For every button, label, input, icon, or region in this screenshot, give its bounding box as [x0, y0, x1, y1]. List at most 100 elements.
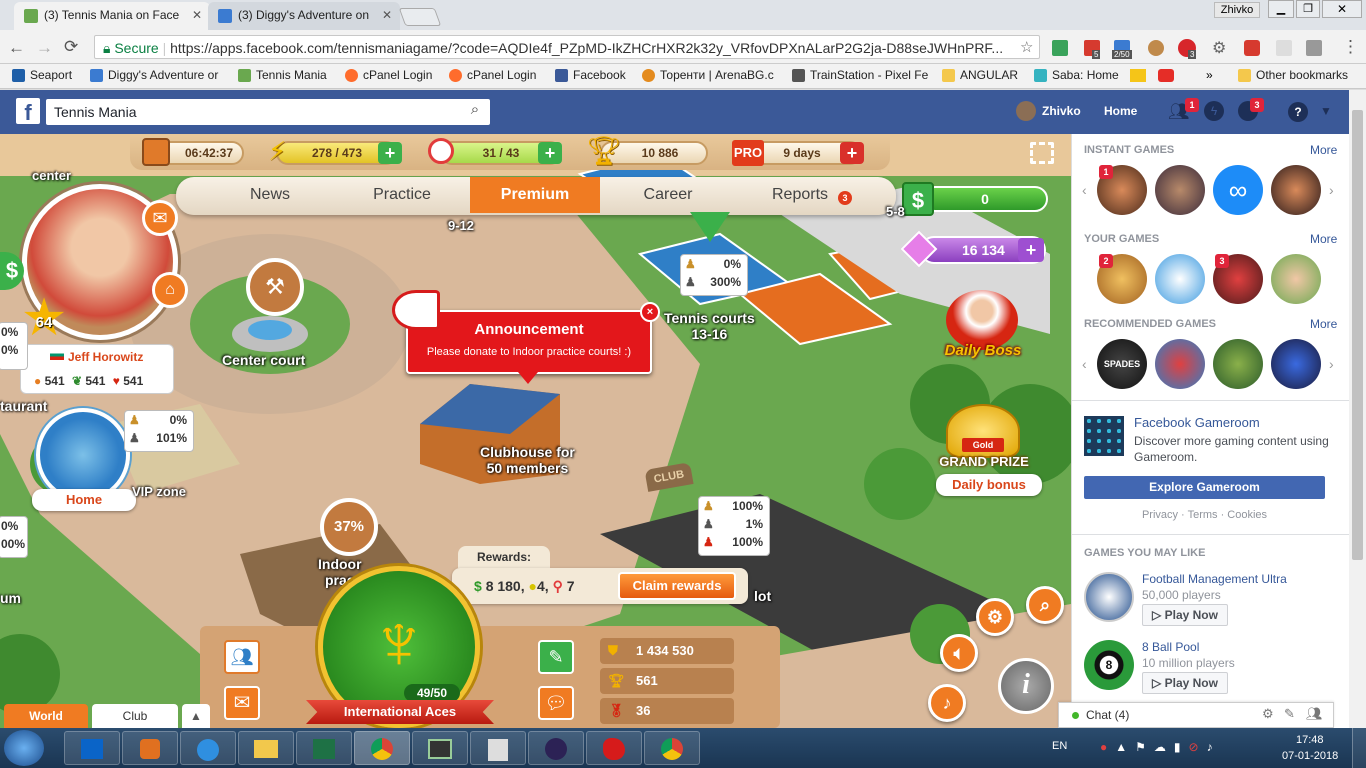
tray-icon[interactable]: ☁ [1154, 740, 1174, 754]
add-pro-button[interactable]: + [840, 142, 864, 164]
bookmark-facebook[interactable]: Facebook [555, 68, 626, 82]
announcement-popup[interactable] [406, 310, 652, 374]
play-now-button[interactable]: ▷ Play Now [1142, 672, 1228, 694]
tray-icon[interactable]: ♪ [1207, 740, 1221, 754]
start-button-icon[interactable] [4, 730, 44, 766]
menu-icon[interactable]: ⋮ [1342, 37, 1359, 57]
reload-icon[interactable]: ⟳ [64, 37, 78, 57]
add-rackets-button[interactable]: + [538, 142, 562, 164]
your-games-more-link[interactable]: More [1310, 232, 1337, 246]
chevron-left-icon[interactable]: ‹ [1082, 356, 1087, 372]
tray-icon[interactable]: ▲ [1115, 740, 1135, 754]
facebook-search-input[interactable]: Tennis Mania [46, 99, 490, 125]
minimize-button[interactable]: ▁ [1268, 0, 1294, 18]
extension-icon[interactable] [1306, 40, 1322, 56]
sidebar-footer-links[interactable]: Privacy · Terms · Cookies [1084, 509, 1325, 521]
taskbar-eclipse[interactable] [528, 731, 584, 765]
language-indicator[interactable]: EN [1052, 740, 1067, 752]
football-manager-icon[interactable] [1084, 572, 1134, 622]
explore-gameroom-button[interactable]: Explore Gameroom [1084, 476, 1325, 499]
fb-user-name[interactable]: Zhivko [1042, 104, 1081, 118]
announcement-close-icon[interactable]: × [640, 302, 660, 322]
forward-icon[interactable]: → [36, 38, 53, 58]
tab-premium[interactable]: Premium [470, 177, 600, 213]
fullscreen-icon[interactable] [1030, 142, 1054, 164]
club-mail-icon[interactable]: ✉ [224, 686, 260, 720]
home-button[interactable]: Home [32, 489, 136, 511]
gameroom-app-icon[interactable]: ∞ [1213, 165, 1263, 215]
play-now-button[interactable]: ▷ Play Now [1142, 604, 1228, 626]
close-tab-icon[interactable]: ✕ [192, 8, 202, 22]
extension-icon[interactable] [1244, 40, 1260, 56]
bookmark-saba[interactable]: Saba: Home [1034, 68, 1119, 82]
tennis-mania-game-icon[interactable] [1271, 254, 1321, 304]
mail-icon[interactable]: ✉ [142, 200, 178, 236]
music-muted-icon[interactable]: ♪ [928, 684, 966, 722]
profile-badge[interactable]: Zhivko [1214, 2, 1260, 18]
add-gems-button[interactable]: + [1018, 238, 1044, 262]
center-court-marker-icon[interactable]: ⚒︎ [246, 258, 304, 316]
taskbar-excel[interactable] [296, 731, 352, 765]
clock-date[interactable]: 07-01-2018 [1282, 750, 1338, 762]
bookmark-seaport[interactable]: Seaport [12, 68, 72, 82]
tab-world[interactable]: World [4, 704, 88, 728]
bookmark-angular[interactable]: ANGULAR [942, 68, 1018, 82]
sound-icon[interactable]: 🔈︎ [940, 634, 978, 672]
daily-bonus-button[interactable]: Daily bonus [936, 474, 1042, 496]
chat-group-icon[interactable]: 👥︎ [1306, 706, 1323, 722]
show-desktop-button[interactable] [1352, 728, 1366, 768]
taskbar-chrome[interactable] [354, 731, 410, 765]
claim-rewards-button[interactable]: Claim rewards [618, 572, 736, 600]
tab-news[interactable]: News [206, 177, 334, 213]
taskbar-ie[interactable] [180, 731, 236, 765]
youtube-icon[interactable] [1158, 69, 1174, 82]
club-chat-icon[interactable]: 💬︎ [538, 686, 574, 720]
chat-compose-icon[interactable]: ✎ [1284, 706, 1295, 722]
game-title-football[interactable]: Football Management Ultra [1142, 572, 1287, 586]
chat-settings-icon[interactable]: ⚙ [1262, 706, 1274, 722]
bookmark-trainstation[interactable]: TrainStation - Pixel Fe [792, 68, 928, 82]
tab-club[interactable]: Club [92, 704, 178, 728]
fb-avatar[interactable] [1016, 101, 1036, 121]
instant-games-more-link[interactable]: More [1310, 143, 1337, 157]
settings-gear-icon[interactable]: ⚙ [976, 598, 1014, 636]
fb-home-link[interactable]: Home [1104, 104, 1137, 118]
messenger-icon[interactable]: ϟ [1204, 101, 1224, 121]
recommended-more-link[interactable]: More [1310, 317, 1337, 331]
8-ball-pool-icon[interactable]: 8 [1084, 640, 1134, 690]
bookmark-cpanel-1[interactable]: cPanel Login [345, 68, 432, 82]
extension-icon[interactable] [1052, 40, 1068, 56]
restore-button[interactable]: ❐ [1296, 0, 1320, 18]
new-tab-button[interactable] [398, 8, 442, 26]
tab-diggys-adventure[interactable]: (3) Diggy's Adventure on ✕ [208, 2, 400, 30]
taskbar-terminal[interactable] [412, 731, 468, 765]
chevron-left-icon[interactable]: ‹ [1082, 182, 1087, 198]
instant-game-icon[interactable] [1271, 165, 1321, 215]
bookmark-arenabg[interactable]: Торенти | ArenaBG.c [642, 68, 774, 82]
bookmarks-overflow-icon[interactable]: » [1206, 68, 1213, 82]
add-energy-button[interactable]: + [378, 142, 402, 164]
taskbar-app-red[interactable] [586, 731, 642, 765]
instant-game-icon[interactable] [1155, 165, 1205, 215]
recommended-game-icon[interactable] [1271, 339, 1321, 389]
other-bookmarks[interactable]: Other bookmarks [1238, 68, 1348, 82]
taskbar-java[interactable] [122, 731, 178, 765]
recommended-game-icon[interactable] [1155, 339, 1205, 389]
close-window-button[interactable]: ✕ [1322, 0, 1362, 18]
club-tasks-icon[interactable]: ✎ [538, 640, 574, 674]
imdb-icon[interactable] [1130, 69, 1146, 82]
santa-boss-icon[interactable] [946, 290, 1018, 350]
bookmark-tennis-mania[interactable]: Tennis Mania [238, 68, 327, 82]
gameroom-title[interactable]: Facebook Gameroom [1134, 415, 1260, 430]
star-icon[interactable]: ☆ [1020, 38, 1033, 56]
tray-icon[interactable]: ● [1100, 740, 1115, 754]
help-icon[interactable]: ? [1288, 102, 1308, 122]
player-name[interactable]: Jeff Horowitz [68, 350, 143, 364]
tab-practice[interactable]: Practice [338, 177, 466, 213]
scrollbar-thumb[interactable] [1352, 110, 1363, 560]
back-icon[interactable]: ← [8, 38, 25, 58]
indoor-progress-marker[interactable]: 37% [320, 498, 378, 556]
bookmark-diggy[interactable]: Diggy's Adventure or [90, 68, 218, 82]
info-icon[interactable]: i [998, 658, 1054, 714]
gear-icon[interactable]: ⚙ [1212, 38, 1226, 58]
